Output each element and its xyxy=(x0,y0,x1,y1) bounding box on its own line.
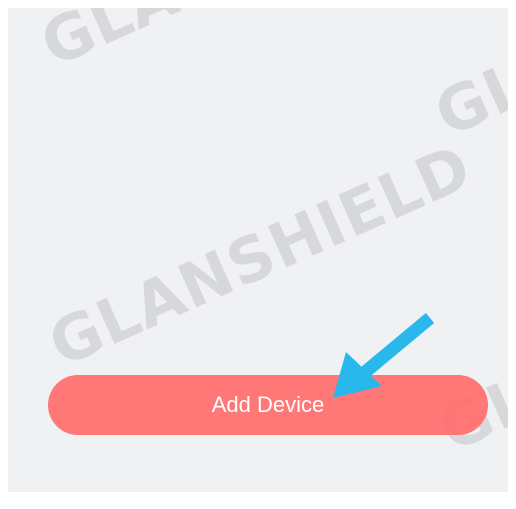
watermark: GLANSHIELD xyxy=(30,8,474,81)
watermark: GLANSHIELD xyxy=(424,8,508,151)
add-device-label: Add Device xyxy=(211,392,325,417)
add-device-button[interactable]: Add Device xyxy=(48,375,488,435)
watermark: GLANSHIELD xyxy=(38,129,483,381)
app-screen: GLANSHIELD GLANSHIELD GLANSHIELD GLANSHI… xyxy=(8,8,508,492)
